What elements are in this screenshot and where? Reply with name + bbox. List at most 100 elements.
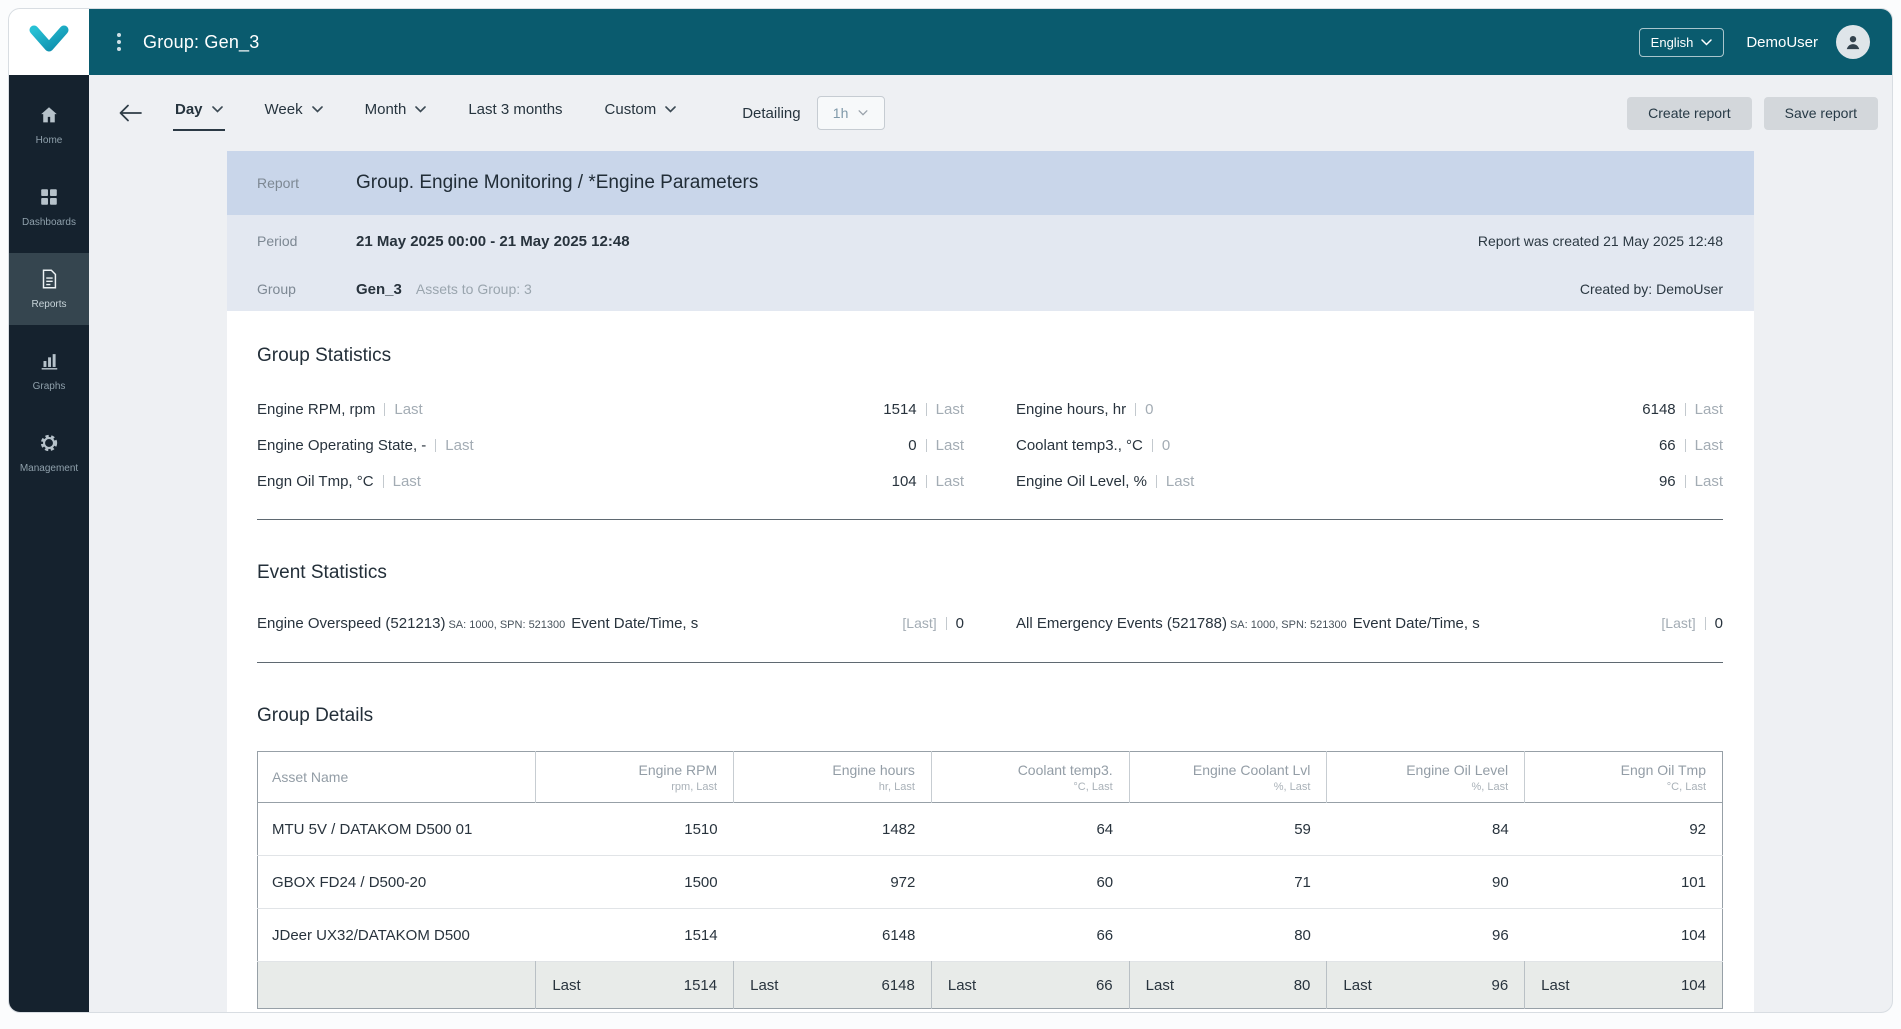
tab-custom[interactable]: Custom — [603, 95, 679, 131]
divider — [1704, 616, 1706, 630]
app-window: Group: Gen_3 English DemoUser Home Dashb… — [8, 8, 1893, 1013]
column-header: Asset Name — [272, 769, 349, 785]
event-meta: SA: 1000, SPN: 521300 — [1229, 618, 1347, 631]
tab-month[interactable]: Month — [363, 95, 429, 131]
group-value: Gen_3 — [356, 280, 402, 298]
detailing-control: Detailing 1h — [742, 96, 885, 130]
report-period-row: Period 21 May 2025 00:00 - 21 May 2025 1… — [227, 215, 1754, 267]
sidebar-item-home[interactable]: Home — [9, 89, 89, 161]
stat-row: Engine Oil Level, % Last 96 Last — [1016, 463, 1723, 499]
column-header: Engine hours hr, Last — [733, 751, 932, 803]
stat-row: Coolant temp3., °C 0 66 Last — [1016, 427, 1723, 463]
stat-label-suffix: 0 — [1145, 400, 1154, 418]
back-button[interactable] — [113, 98, 147, 128]
main-content: Day Week Month Last 3 months Custom Deta… — [89, 75, 1892, 1012]
chevron-down-icon — [415, 106, 427, 113]
create-report-button[interactable]: Create report — [1627, 96, 1752, 130]
section-divider — [257, 662, 1723, 663]
value-cell: 101 — [1680, 873, 1706, 891]
event-field: Event Date/Time, s — [571, 614, 699, 632]
report-label: Report — [257, 175, 300, 191]
stat-value-suffix: Last — [935, 436, 964, 454]
topbar: Group: Gen_3 English DemoUser — [89, 9, 1892, 75]
group-details-table: Asset Name Engine RPM rpm, Last Engine ho… — [257, 751, 1723, 1009]
value-cell: 92 — [1689, 820, 1706, 838]
report-toolbar: Day Week Month Last 3 months Custom Deta… — [113, 93, 1878, 133]
footer-empty-cell — [258, 962, 536, 1009]
tab-last-3-months[interactable]: Last 3 months — [466, 95, 564, 131]
divider — [1135, 402, 1137, 416]
value-cell: 60 — [1096, 873, 1114, 891]
event-item: All Emergency Events (521788) SA: 1000, … — [1016, 608, 1723, 638]
period-tabs: Day Week Month Last 3 months Custom — [173, 95, 678, 131]
reports-icon — [38, 268, 60, 293]
footer-cell: Last 104 — [1524, 961, 1723, 1009]
event-statistics-section: Event Statistics Engine Overspeed (52121… — [257, 562, 1723, 663]
footer-cell: Last 66 — [930, 961, 1130, 1009]
statistics-grid: Engine RPM, rpm Last 1514 Last Engine Oper… — [257, 391, 1723, 499]
tab-day[interactable]: Day — [173, 95, 225, 131]
stat-value: 66 — [1658, 436, 1676, 454]
report-container: Report Group. Engine Monitoring / *Engin… — [227, 151, 1754, 1012]
topbar-right: English DemoUser — [1638, 25, 1870, 59]
tab-label: Week — [264, 101, 303, 118]
divider — [384, 402, 386, 416]
dashboards-icon — [38, 186, 60, 211]
section-title: Event Statistics — [257, 562, 387, 583]
kebab-menu-icon[interactable] — [113, 29, 125, 55]
detailing-select[interactable]: 1h — [816, 96, 885, 130]
sidebar-item-management[interactable]: Management — [9, 417, 89, 489]
table-row: MTU 5V / DATAKOM D500 01 1510 1482 64 59… — [257, 803, 1723, 856]
event-name: Engine Overspeed (521213) — [257, 614, 446, 632]
column-header: Engine Oil Level%, Last — [1326, 751, 1525, 803]
table-row: JDeer UX32/DATAKOM D500 1514 6148 66 80 … — [257, 909, 1723, 962]
stat-label: Engine Oil Level, % — [1016, 472, 1147, 490]
divider — [1151, 438, 1153, 452]
event-meta: SA: 1000, SPN: 521300 — [448, 618, 566, 631]
app-logo[interactable] — [9, 9, 89, 75]
footer-cell: Last 1514 — [535, 961, 734, 1009]
stat-value: 96 — [1658, 472, 1676, 490]
section-title: Group Details — [257, 705, 374, 726]
sidebar-item-reports[interactable]: Reports — [9, 253, 89, 325]
column-header: Coolant temp3. °C, Last — [930, 751, 1130, 803]
user-name[interactable]: DemoUser — [1746, 34, 1818, 51]
chevron-down-icon — [858, 110, 868, 116]
language-selector[interactable]: English — [1638, 27, 1725, 57]
section-title: Group Statistics — [257, 345, 392, 366]
stat-label-suffix: Last — [445, 436, 474, 454]
period-label: Period — [257, 233, 298, 249]
column-header: Engine RPM rpm, Last — [535, 751, 734, 803]
value-cell: 6148 — [882, 926, 916, 944]
stat-row: Engine Operating State, - Last 0 Last — [257, 427, 964, 463]
event-name: All Emergency Events (521788) — [1016, 614, 1227, 632]
divider — [945, 616, 947, 630]
save-report-button[interactable]: Save report — [1763, 96, 1878, 130]
report-created-at: Report was created 21 May 2025 12:48 — [1477, 233, 1723, 249]
table-header-row: Asset Name Engine RPM rpm, Last Engine ho… — [257, 751, 1723, 803]
detailing-value: 1h — [832, 105, 849, 121]
asset-name-cell: JDeer UX32/DATAKOM D500 — [272, 926, 470, 944]
sidebar-item-label: Reports — [31, 299, 67, 310]
stat-row: Engine hours, hr 0 6148 Last — [1016, 391, 1723, 427]
value-cell: 80 — [1294, 926, 1311, 944]
sidebar-item-label: Graphs — [32, 381, 66, 392]
report-group-row: Group Gen_3 Assets to Group: 3 Created b… — [227, 267, 1754, 311]
sidebar-item-dashboards[interactable]: Dashboards — [9, 171, 89, 243]
sidebar: Home Dashboards Reports Graphs Managemen… — [9, 75, 89, 1012]
sidebar-item-graphs[interactable]: Graphs — [9, 335, 89, 407]
divider — [925, 438, 927, 452]
stat-value: 6148 — [1642, 400, 1676, 418]
column-header: Engine Coolant Lvl%, Last — [1128, 751, 1327, 803]
statistics-right-column: Engine hours, hr 0 6148 Last Coolant temp3… — [1016, 391, 1723, 499]
tab-week[interactable]: Week — [263, 95, 325, 131]
value-cell: 71 — [1294, 873, 1311, 891]
asset-name-cell: GBOX FD24 / D500-20 — [272, 873, 427, 891]
table-footer-row: Last 1514 Last 6148 Last 66 Last 80 Last 96 L… — [257, 961, 1723, 1009]
user-avatar[interactable] — [1836, 25, 1870, 59]
stat-label-suffix: Last — [392, 472, 421, 490]
divider — [1155, 474, 1157, 488]
value-cell: 96 — [1491, 926, 1509, 944]
report-header-row: Report Group. Engine Monitoring / *Engin… — [227, 151, 1754, 215]
chevron-down-icon — [211, 106, 223, 113]
